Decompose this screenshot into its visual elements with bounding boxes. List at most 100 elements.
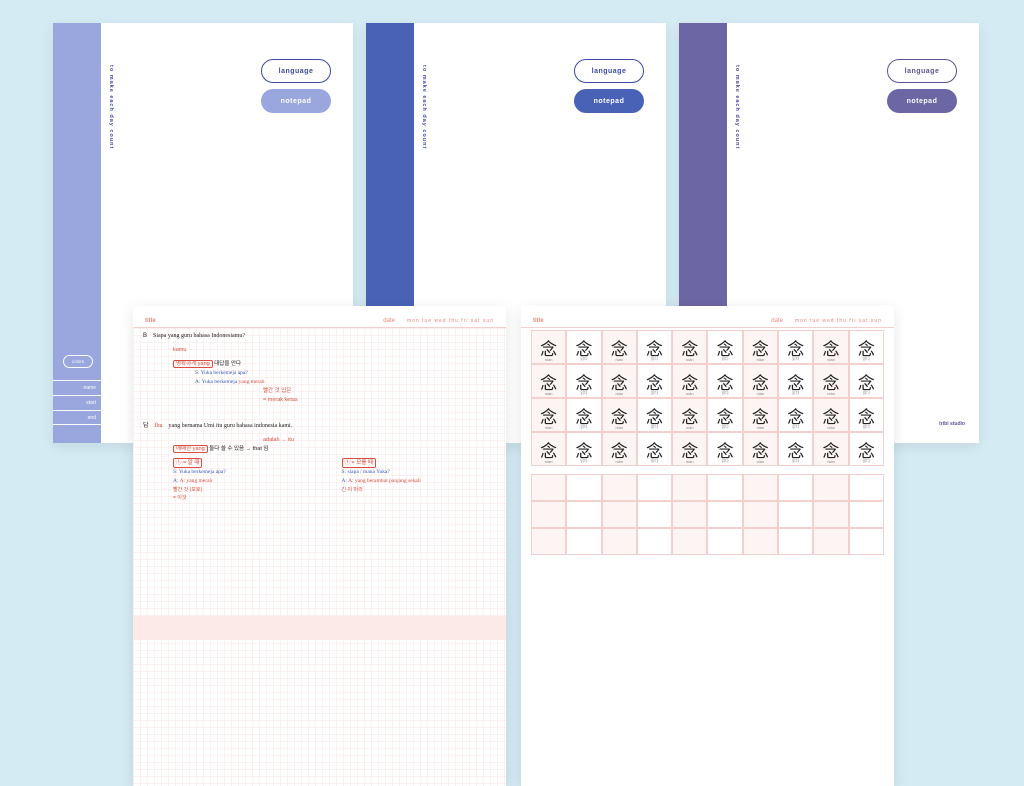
char-glyph: 念 [823, 437, 840, 462]
char-cell-empty [637, 528, 672, 555]
char-pron: 읽다 [580, 458, 587, 464]
char-cell: 念niàn [813, 398, 848, 432]
char-pron: 읽다 [863, 458, 870, 464]
char-row: 念niàn念읽다念niàn念읽다念niàn念읽다念niàn念읽다念niàn念읽다 [531, 432, 884, 466]
char-row-empty [531, 474, 884, 501]
tag-note: 대답을 안다 [214, 361, 241, 367]
char-cell: 念niàn [602, 364, 637, 398]
highlight-band [133, 628, 506, 640]
char-pron: niàn [545, 357, 553, 362]
char-pron: 읽다 [721, 458, 728, 464]
char-pron: 읽다 [792, 424, 799, 430]
char-pron: 읽다 [651, 458, 658, 464]
char-glyph: 念 [752, 335, 769, 360]
char-cell: 念읽다 [637, 398, 672, 432]
char-cell-empty [566, 528, 601, 555]
char-cell-empty [566, 474, 601, 501]
char-cell-empty [707, 501, 742, 528]
char-pron: niàn [827, 357, 835, 362]
char-row: 念niàn念읽다念niàn念읽다念niàn念읽다念niàn念읽다念niàn念읽다 [531, 330, 884, 364]
char-pron: niàn [545, 391, 553, 396]
char-glyph: 念 [823, 403, 840, 428]
cmp-rnote: 긴 이 머리 [342, 486, 497, 494]
days-label: mon tue wed thu fri sat sun [407, 318, 494, 324]
char-cell-empty [743, 501, 778, 528]
char-cell: 念읽다 [707, 330, 742, 364]
char-pron: niàn [757, 459, 765, 464]
char-cell: 念읽다 [566, 432, 601, 466]
char-cell-empty [707, 528, 742, 555]
char-cell: 念niàn [743, 432, 778, 466]
char-glyph: 念 [611, 437, 628, 462]
cmp-rq: S: siapa / mana Yuka? [342, 468, 497, 477]
char-pron: niàn [827, 391, 835, 396]
char-cell-empty [778, 528, 813, 555]
char-cell-empty [813, 501, 848, 528]
char-cell: 念읽다 [849, 432, 884, 466]
char-cell: 念niàn [813, 364, 848, 398]
char-glyph: 念 [681, 369, 698, 394]
char-cell-empty [778, 474, 813, 501]
days-label: mon tue wed thu fri sat sun [795, 318, 882, 324]
char-cell-empty [637, 474, 672, 501]
a-pre: Ibu [155, 422, 163, 432]
char-cell: 念niàn [672, 364, 707, 398]
char-glyph: 念 [540, 335, 557, 360]
brand-label: tribi studio [939, 421, 965, 427]
char-cell-empty [813, 474, 848, 501]
a-letter: 답 [143, 422, 149, 432]
char-cell: 念niàn [813, 330, 848, 364]
char-row: 念niàn念읽다念niàn念읽다念niàn念읽다念niàn念읽다念niàn念읽다 [531, 398, 884, 432]
colors-badge: colors [63, 355, 93, 368]
char-pron: 읽다 [651, 356, 658, 362]
char-cell: 念niàn [743, 364, 778, 398]
char-pron: niàn [545, 425, 553, 430]
page-header: title date mon tue wed thu fri sat sun [521, 306, 894, 328]
char-pron: 읽다 [580, 424, 587, 430]
char-pron: 읽다 [721, 424, 728, 430]
char-cell: 念읽다 [849, 398, 884, 432]
char-cell: 念niàn [531, 432, 566, 466]
notes-page: title date mon tue wed thu fri sat sun B… [133, 306, 506, 786]
char-cell-empty [531, 528, 566, 555]
handwritten-notes: B Siapa yang guru bahasa Indonesiamu? ka… [143, 332, 496, 502]
char-cell: 念읽다 [778, 330, 813, 364]
char-glyph: 念 [611, 335, 628, 360]
char-cell: 念읽다 [849, 364, 884, 398]
char-cell: 念niàn [672, 398, 707, 432]
char-glyph: 念 [681, 437, 698, 462]
char-pron: 읽다 [863, 356, 870, 362]
char-pron: niàn [545, 459, 553, 464]
q-hint: kamu [173, 346, 496, 355]
char-cell: 念niàn [813, 432, 848, 466]
notepad-badge: notepad [261, 89, 331, 113]
char-pron: niàn [615, 459, 623, 464]
tagline: to make each day count [734, 65, 740, 149]
char-cell: 念읽다 [566, 330, 601, 364]
char-glyph: 念 [752, 403, 769, 428]
date-label: date [771, 318, 783, 324]
char-pron: niàn [686, 391, 694, 396]
cmp-lnote: 빨간 것 (모호) = 이것 [173, 486, 328, 502]
char-glyph: 念 [611, 369, 628, 394]
char-cell-empty [566, 501, 601, 528]
char-glyph: 念 [540, 403, 557, 428]
char-glyph: 念 [681, 403, 698, 428]
char-cell: 念읽다 [778, 432, 813, 466]
tagline: to make each day count [108, 65, 114, 149]
q-text: Siapa yang guru bahasa Indonesiamu? [153, 332, 245, 342]
char-cell: 念niàn [743, 398, 778, 432]
char-glyph: 念 [540, 369, 557, 394]
example-line: S: Yuka berkemeja apa? [195, 369, 496, 378]
a-text: yang bernama Umi itu guru bahasa indones… [169, 422, 293, 432]
char-glyph: 念 [752, 437, 769, 462]
char-pron: niàn [757, 425, 765, 430]
char-cell-empty [743, 528, 778, 555]
char-pron: 읽다 [863, 424, 870, 430]
a-hint: adalah → itu [263, 436, 496, 445]
char-cell: 念niàn [672, 432, 707, 466]
char-pron: 읽다 [721, 390, 728, 396]
language-badge: language [261, 59, 331, 83]
char-cell: 念읽다 [637, 364, 672, 398]
char-cell: 念읽다 [778, 398, 813, 432]
